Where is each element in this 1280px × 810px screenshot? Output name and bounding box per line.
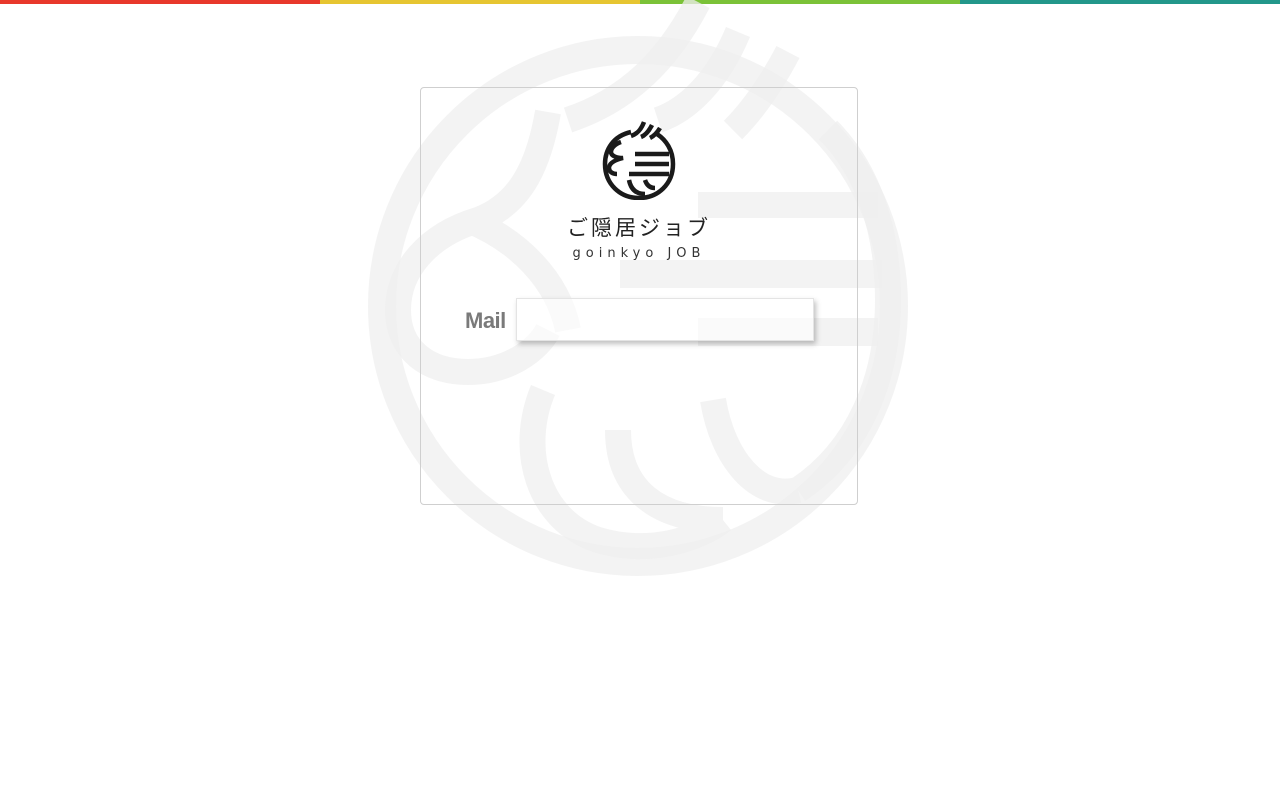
login-card: ご隠居ジョブ goinkyo JOB Mail bbox=[420, 87, 858, 505]
mail-label: Mail bbox=[465, 308, 506, 333]
brand-name-en: goinkyo JOB bbox=[572, 246, 706, 261]
stripe-red bbox=[0, 0, 320, 4]
goinkyo-logo-icon bbox=[602, 121, 676, 200]
brand-name-jp: ご隠居ジョブ bbox=[567, 216, 711, 240]
stripe-teal bbox=[960, 0, 1280, 4]
mail-input[interactable] bbox=[516, 298, 814, 341]
